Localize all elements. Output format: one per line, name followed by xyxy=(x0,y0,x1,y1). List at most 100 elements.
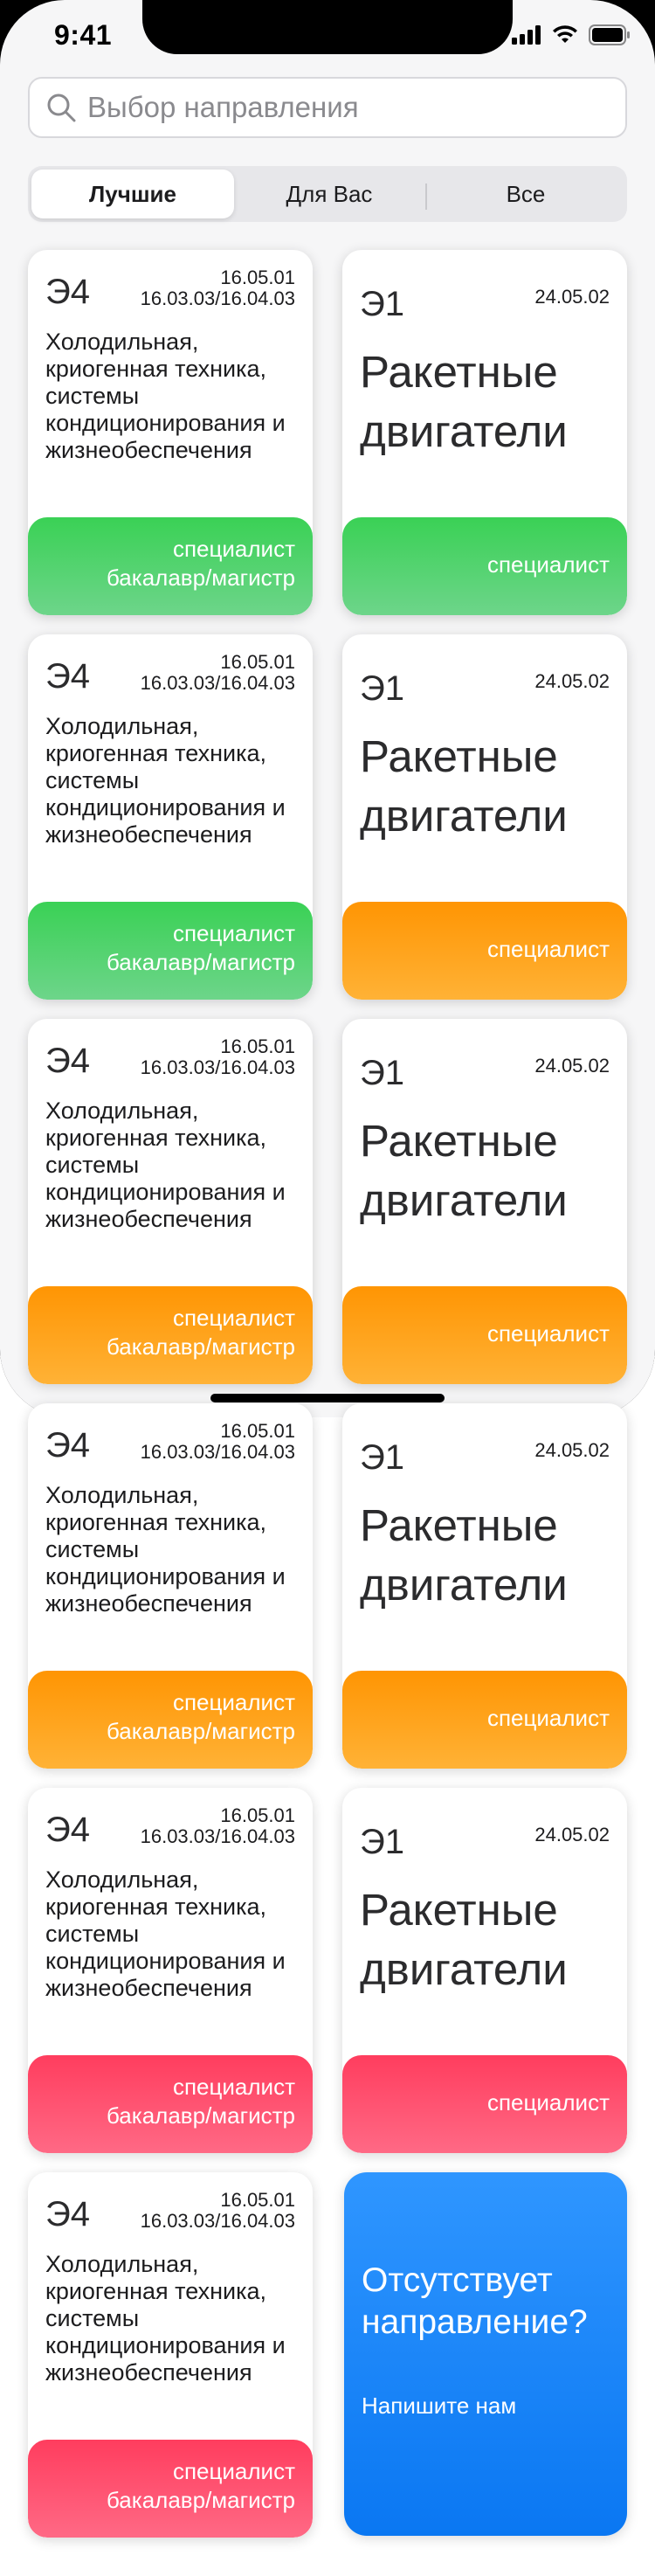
degree-badge: специалист xyxy=(342,1286,627,1384)
program-code: Э1 xyxy=(360,285,404,323)
program-code: Э4 xyxy=(45,1042,90,1080)
program-code: Э4 xyxy=(45,273,90,311)
degree-label: бакалавр/магистр xyxy=(107,949,295,975)
degree-label: специалист xyxy=(172,920,295,946)
program-codes: 24.05.02 xyxy=(534,671,610,692)
codes-line: 16.03.03/16.04.03 xyxy=(140,1056,295,1078)
program-description: Холодильная, криогенная техника, системы… xyxy=(45,713,286,848)
program-codes: 24.05.02 xyxy=(534,1440,610,1461)
program-code: Э1 xyxy=(360,1438,404,1477)
status-icons xyxy=(512,24,631,45)
search-input[interactable] xyxy=(86,90,613,125)
program-description: Холодильная, криогенная техника, системы… xyxy=(45,1098,286,1232)
degree-badge: специалист бакалавр/магистр xyxy=(28,902,313,1000)
degree-label: специалист xyxy=(486,1320,610,1347)
app-screen: 9:41 Выбор направления Лучшие Для Вас Вс… xyxy=(0,0,655,1417)
program-codes: 16.05.01 16.03.03/16.04.03 xyxy=(141,267,295,309)
program-card[interactable]: Э1 24.05.02 Ракетные двигатели специалис… xyxy=(342,634,627,1000)
program-description: Холодильная, криогенная техника, системы… xyxy=(45,2251,286,2386)
segment-divider xyxy=(425,184,427,210)
program-description: Холодильная, криогенная техника, системы… xyxy=(45,1482,286,1617)
degree-label: бакалавр/магистр xyxy=(107,1718,295,1744)
codes-line: 16.03.03/16.04.03 xyxy=(140,1441,295,1463)
status-time: 9:41 xyxy=(54,19,113,51)
degree-badge: специалист xyxy=(342,2055,627,2153)
wifi-icon xyxy=(553,25,577,43)
program-code: Э4 xyxy=(45,657,90,696)
write-us-link[interactable]: Напишите нам xyxy=(362,2392,516,2420)
degree-badge: специалист бакалавр/магистр xyxy=(28,1286,313,1384)
missing-program-card[interactable]: Отсутствует направление? Напишите нам xyxy=(344,2172,627,2536)
degree-label: бакалавр/магистр xyxy=(107,1333,295,1360)
degree-label: специалист xyxy=(172,2074,295,2100)
degree-badge: специалист xyxy=(342,517,627,615)
program-card[interactable]: Э4 16.05.01 16.03.03/16.04.03 Холодильна… xyxy=(28,1788,313,2153)
degree-label: специалист xyxy=(486,1705,610,1731)
degree-label: специалист xyxy=(172,2458,295,2484)
degree-badge: специалист бакалавр/магистр xyxy=(28,2055,313,2153)
program-code: Э1 xyxy=(360,1823,404,1861)
codes-line: 16.05.01 xyxy=(220,267,295,288)
search-field[interactable] xyxy=(28,77,627,138)
program-title: Ракетные двигатели xyxy=(360,1116,568,1225)
program-title: Ракетные двигатели xyxy=(360,1885,568,1994)
program-code: Э4 xyxy=(45,1811,90,1849)
program-card[interactable]: Э4 16.05.01 16.03.03/16.04.03 Холодильна… xyxy=(28,250,313,615)
home-indicator[interactable] xyxy=(210,1394,445,1402)
program-title: Ракетные двигатели xyxy=(360,1500,568,1610)
program-codes: 16.05.01 16.03.03/16.04.03 xyxy=(141,652,295,694)
program-description: Холодильная, криогенная техника, системы… xyxy=(45,1866,286,2001)
degree-label: специалист xyxy=(486,936,610,962)
missing-program-title: Отсутствует направление? xyxy=(362,2261,588,2341)
degree-label: специалист xyxy=(486,551,610,578)
degree-label: бакалавр/магистр xyxy=(107,2487,295,2513)
battery-icon xyxy=(589,24,630,45)
codes-line: 24.05.02 xyxy=(534,1439,610,1461)
tab-best[interactable]: Лучшие xyxy=(31,170,234,218)
program-card[interactable]: Э1 24.05.02 Ракетные двигатели специалис… xyxy=(342,1019,627,1384)
search-icon xyxy=(47,93,76,122)
codes-line: 16.05.01 xyxy=(220,2189,295,2211)
degree-badge: специалист бакалавр/магистр xyxy=(28,2440,313,2538)
degree-label: специалист xyxy=(172,1305,295,1331)
tab-all[interactable]: Все xyxy=(428,170,624,218)
degree-label: специалист xyxy=(172,536,295,562)
degree-badge: специалист бакалавр/магистр xyxy=(28,1671,313,1769)
codes-line: 16.05.01 xyxy=(220,1420,295,1442)
program-card[interactable]: Э4 16.05.01 16.03.03/16.04.03 Холодильна… xyxy=(28,634,313,1000)
program-card[interactable]: Э1 24.05.02 Ракетные двигатели специалис… xyxy=(342,1788,627,2153)
codes-line: 16.03.03/16.04.03 xyxy=(140,672,295,694)
device-frame: 9:41 Выбор направления Лучшие Для Вас Вс… xyxy=(0,0,655,1417)
signal-icon xyxy=(512,25,541,45)
codes-line: 16.03.03/16.04.03 xyxy=(140,287,295,309)
program-codes: 24.05.02 xyxy=(534,1056,610,1077)
codes-line: 16.05.01 xyxy=(220,1804,295,1826)
program-description: Холодильная, криогенная техника, системы… xyxy=(45,329,286,463)
program-codes: 16.05.01 16.03.03/16.04.03 xyxy=(141,1036,295,1078)
degree-badge: специалист xyxy=(342,1671,627,1769)
program-codes: 16.05.01 16.03.03/16.04.03 xyxy=(141,1805,295,1847)
program-card[interactable]: Э1 24.05.02 Ракетные двигатели специалис… xyxy=(342,1403,627,1769)
codes-line: 24.05.02 xyxy=(534,1055,610,1077)
program-title: Ракетные двигатели xyxy=(360,731,568,841)
degree-label: бакалавр/магистр xyxy=(107,2102,295,2129)
codes-line: 16.05.01 xyxy=(220,651,295,673)
program-card[interactable]: Э4 16.05.01 16.03.03/16.04.03 Холодильна… xyxy=(28,1019,313,1384)
program-code: Э4 xyxy=(45,1426,90,1465)
program-code: Э1 xyxy=(360,1054,404,1092)
segmented-control: Лучшие Для Вас Все xyxy=(28,166,627,222)
degree-label: специалист xyxy=(172,1689,295,1715)
program-card[interactable]: Э1 24.05.02 Ракетные двигатели специалис… xyxy=(342,250,627,615)
degree-badge: специалист xyxy=(342,902,627,1000)
degree-label: специалист xyxy=(486,2089,610,2116)
program-codes: 16.05.01 16.03.03/16.04.03 xyxy=(141,1421,295,1463)
program-title: Ракетные двигатели xyxy=(360,347,568,456)
program-code: Э1 xyxy=(360,669,404,708)
codes-line: 24.05.02 xyxy=(534,1824,610,1845)
program-card[interactable]: Э4 16.05.01 16.03.03/16.04.03 Холодильна… xyxy=(28,1403,313,1769)
codes-line: 16.03.03/16.04.03 xyxy=(140,1825,295,1847)
codes-line: 24.05.02 xyxy=(534,286,610,308)
tab-for-you[interactable]: Для Вас xyxy=(234,170,424,218)
program-codes: 24.05.02 xyxy=(534,287,610,308)
program-card[interactable]: Э4 16.05.01 16.03.03/16.04.03 Холодильна… xyxy=(28,2172,313,2538)
